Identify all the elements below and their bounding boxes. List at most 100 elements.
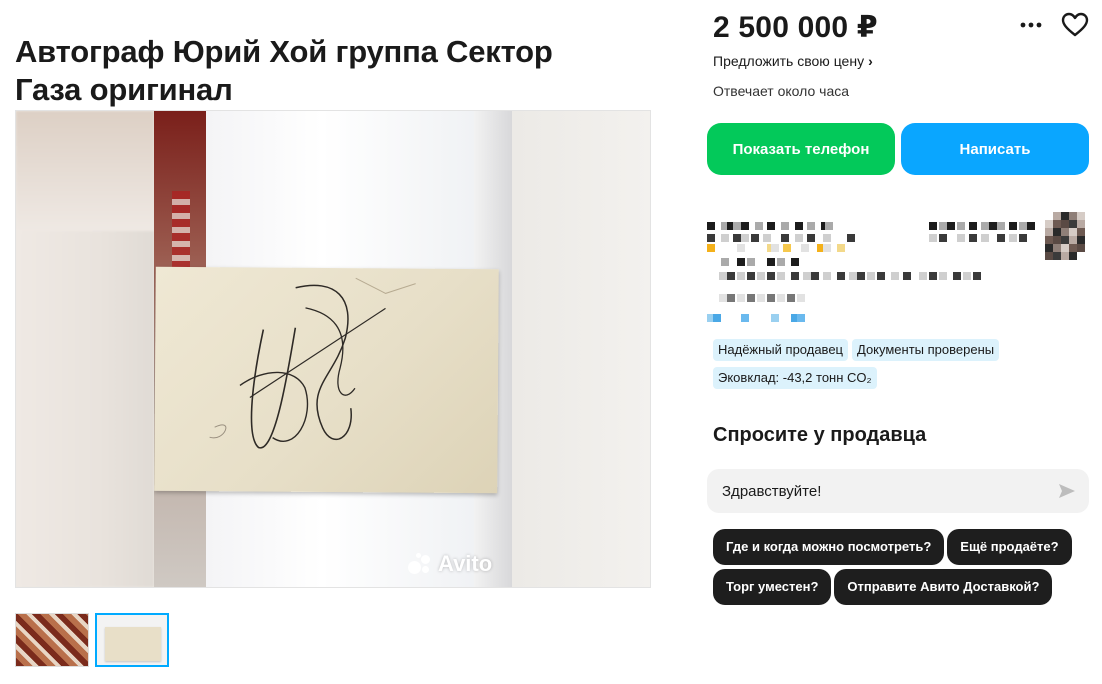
more-dots-icon[interactable]: [1018, 14, 1044, 36]
thumbnail-1[interactable]: [15, 613, 89, 667]
pixel-square: [707, 244, 715, 252]
avatar-pixel: [1069, 212, 1077, 220]
quick-question-delivery[interactable]: Отправите Авито Доставкой?: [834, 569, 1053, 605]
autograph-card: [154, 266, 499, 494]
quick-question-bargain[interactable]: Торг уместен?: [713, 569, 832, 605]
pixel-square: [737, 272, 745, 280]
pixel-square: [797, 314, 805, 322]
pixel-square: [877, 272, 885, 280]
pixel-square: [741, 222, 749, 230]
pixel-square: [867, 272, 875, 280]
pixel-square: [741, 234, 749, 242]
pixel-square: [903, 272, 911, 280]
pixel-square: [823, 272, 831, 280]
thumbnail-card-image: [105, 627, 161, 661]
pixel-square: [891, 272, 899, 280]
offer-price-link[interactable]: Предложить свою цену ›: [713, 53, 873, 69]
avatar-pixel: [1045, 236, 1053, 244]
avatar-pixel: [1053, 228, 1061, 236]
avatar-pixel: [1077, 228, 1085, 236]
avatar-pixel: [1069, 244, 1077, 252]
pixel-square: [727, 272, 735, 280]
pixel-square: [823, 234, 831, 242]
pixel-square: [825, 222, 833, 230]
seller-info-pixelated[interactable]: [707, 210, 1092, 325]
badge-eco-contribution: Эковклад: -43,2 тонн CO₂: [713, 367, 877, 389]
avatar-pixel: [1053, 244, 1061, 252]
photo-blur-right: [512, 111, 650, 587]
avatar-pixel: [1061, 236, 1069, 244]
message-input[interactable]: Здравствуйте!: [707, 469, 1089, 513]
pixel-square: [767, 222, 775, 230]
avatar-pixel: [1053, 236, 1061, 244]
pixel-square: [767, 272, 775, 280]
main-photo[interactable]: Avito: [15, 110, 651, 588]
signature-drawing: [209, 277, 416, 449]
avatar-pixel: [1061, 228, 1069, 236]
pixel-square: [969, 234, 977, 242]
thumbnail-2-active[interactable]: [95, 613, 169, 667]
pixel-square: [767, 294, 775, 302]
pixel-square: [747, 258, 755, 266]
write-message-button[interactable]: Написать: [901, 123, 1089, 175]
pixel-square: [947, 222, 955, 230]
pixel-square: [755, 222, 763, 230]
seller-badges: Надёжный продавец Документы проверены Эко…: [713, 339, 1073, 395]
message-input-value: Здравствуйте!: [722, 482, 822, 500]
pixel-square: [719, 272, 727, 280]
pixel-square: [797, 294, 805, 302]
pixel-square: [771, 244, 779, 252]
avatar-pixel: [1045, 228, 1053, 236]
pixel-square: [721, 258, 729, 266]
thumbnail-strip: [15, 613, 169, 667]
avatar-pixel: [1061, 252, 1069, 260]
pixel-square: [795, 234, 803, 242]
pixel-square: [969, 222, 977, 230]
avatar-pixel: [1069, 236, 1077, 244]
quick-question-where-when[interactable]: Где и когда можно посмотреть?: [713, 529, 945, 565]
response-time: Отвечает около часа: [713, 83, 850, 99]
pixel-square: [837, 244, 845, 252]
pixel-square: [929, 234, 937, 242]
pixel-square: [857, 272, 865, 280]
avatar-pixel: [1077, 236, 1085, 244]
quick-question-still-selling[interactable]: Ещё продаёте?: [947, 529, 1072, 565]
pixel-square: [939, 222, 947, 230]
send-arrow-icon[interactable]: [1057, 481, 1077, 501]
pixel-square: [733, 222, 741, 230]
pixel-square: [747, 272, 755, 280]
avito-watermark: Avito: [408, 551, 492, 577]
avatar-pixel: [1061, 220, 1069, 228]
pixel-square: [963, 272, 971, 280]
avatar-pixel: [1045, 220, 1053, 228]
pixel-square: [981, 234, 989, 242]
pixel-square: [1027, 222, 1035, 230]
pixel-square: [973, 272, 981, 280]
avatar-pixel: [1045, 252, 1053, 260]
pixel-square: [733, 234, 741, 242]
avatar-pixel: [1069, 220, 1077, 228]
avatar-pixel: [1077, 212, 1085, 220]
pixel-square: [777, 258, 785, 266]
pixel-square: [763, 234, 771, 242]
avatar-pixel: [1069, 252, 1077, 260]
pixel-square: [707, 222, 715, 230]
pixel-square: [757, 272, 765, 280]
photo-blur-left: [16, 111, 154, 587]
pixel-square: [939, 234, 947, 242]
avatar-pixel: [1053, 212, 1061, 220]
avatar-pixel: [1053, 252, 1061, 260]
pixel-square: [791, 272, 799, 280]
pixel-square: [707, 234, 715, 242]
show-phone-button[interactable]: Показать телефон: [707, 123, 895, 175]
pixel-square: [803, 272, 811, 280]
pixel-square: [811, 272, 819, 280]
pixel-square: [721, 234, 729, 242]
pixel-square: [751, 234, 759, 242]
pixel-square: [837, 272, 845, 280]
heart-icon[interactable]: [1060, 11, 1090, 39]
pixel-square: [795, 222, 803, 230]
pixel-square: [767, 258, 775, 266]
quick-questions: Где и когда можно посмотреть? Ещё продаёт…: [713, 529, 1093, 609]
pixel-square: [783, 244, 791, 252]
